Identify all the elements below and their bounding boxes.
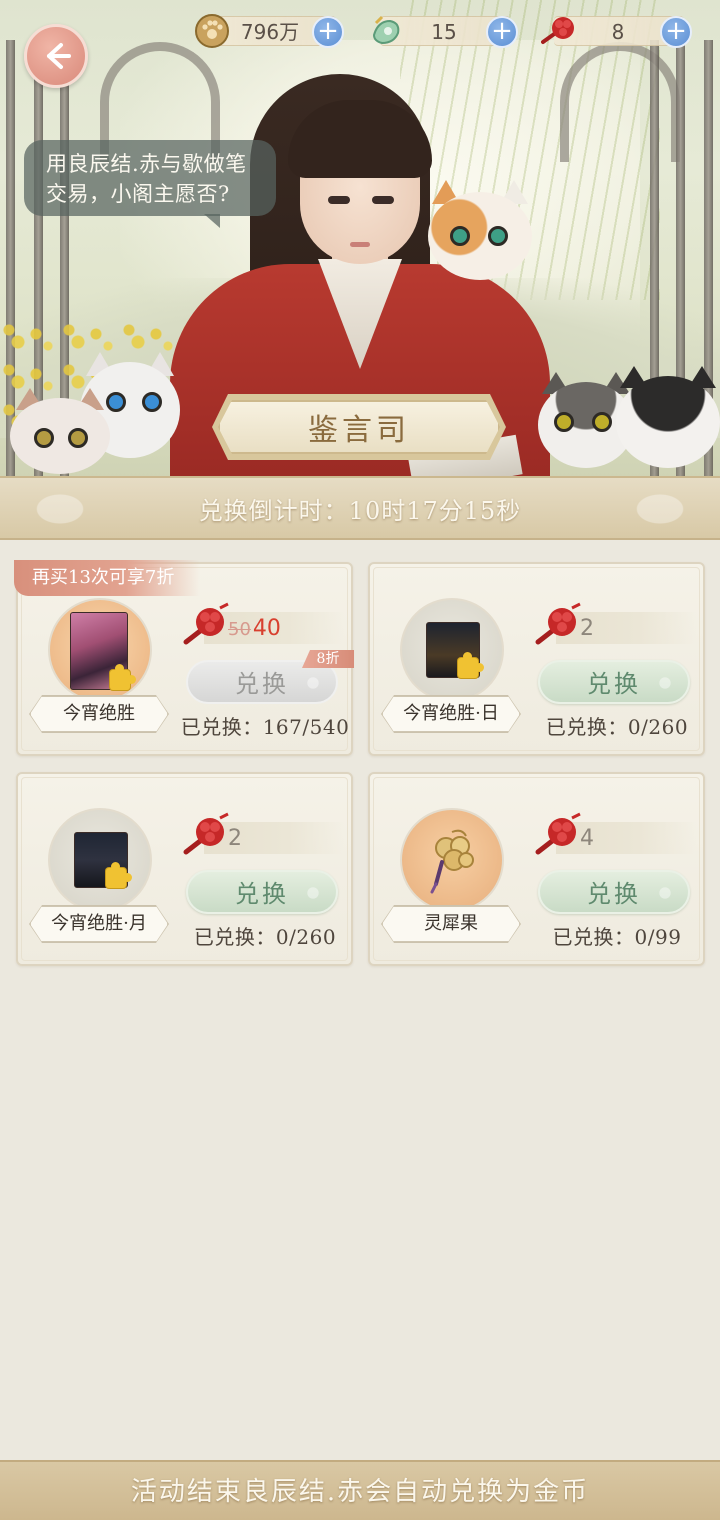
shop-name: 鉴言司 xyxy=(218,400,500,454)
footer-notice: 活动结束良辰结.赤会自动兑换为金币 xyxy=(0,1460,720,1520)
black-white-cat xyxy=(616,366,720,472)
back-button[interactable] xyxy=(24,24,88,88)
currency-seal: 8 + xyxy=(541,16,692,48)
add-coins-button[interactable]: + xyxy=(312,16,344,48)
redeem-button-label: 兑换 xyxy=(235,880,289,908)
lingxi-fruit-icon[interactable] xyxy=(422,826,482,896)
redeem-button[interactable]: 兑换 xyxy=(186,870,338,914)
redeemed-count: 已兑换：0/99 xyxy=(552,925,682,949)
jade-pendant-icon xyxy=(366,11,406,51)
redeem-button-label: 兑换 xyxy=(587,880,641,908)
red-seal-icon xyxy=(182,810,234,862)
redeemed-count: 已兑换：167/540 xyxy=(180,715,350,739)
item-price: 5040 xyxy=(228,614,281,644)
speech-line-1: 用良辰结.赤与歇做笔 xyxy=(46,152,247,176)
shop-item-card: 灵犀果 4 兑换 已兑换：0/99 xyxy=(368,772,705,966)
paw-coin-icon xyxy=(192,11,232,51)
item-name: 今宵绝胜·日 xyxy=(382,696,520,732)
currency-jade-value: 15 xyxy=(431,20,457,44)
back-arrow-icon xyxy=(47,43,71,69)
redeemed-count: 已兑换：0/260 xyxy=(193,925,337,949)
red-seal-icon xyxy=(540,11,580,51)
puzzle-piece-icon xyxy=(110,664,136,690)
orange-cat xyxy=(428,180,532,284)
original-price: 50 xyxy=(228,619,251,640)
item-name: 今宵绝胜·月 xyxy=(30,906,168,942)
discount-badge: 8折 xyxy=(302,650,354,668)
add-seal-button[interactable]: + xyxy=(660,16,692,48)
discounted-price: 40 xyxy=(252,616,281,641)
currency-coins-value: 796万 xyxy=(240,20,300,44)
puzzle-piece-icon xyxy=(106,862,132,888)
character-banner: 鉴言司 用良辰结.赤与歇做笔 交易，小阁主愿否? xyxy=(0,0,720,478)
countdown-text: 兑换倒计时：10时17分15秒 xyxy=(198,496,522,525)
currency-coins: 796万 + xyxy=(195,14,344,48)
red-seal-icon xyxy=(182,600,234,652)
item-price: 4 xyxy=(580,826,594,851)
currency-seal-value: 8 xyxy=(611,20,625,44)
promo-tag: 再买13次可享7折 xyxy=(14,560,200,596)
redeem-button[interactable]: 兑换 xyxy=(538,870,690,914)
redeem-button-label: 兑换 xyxy=(235,670,289,698)
item-price: 2 xyxy=(580,616,594,641)
item-name: 灵犀果 xyxy=(382,906,520,942)
item-price: 2 xyxy=(228,826,242,851)
countdown-banner: 兑换倒计时：10时17分15秒 xyxy=(0,476,720,540)
speech-line-2: 交易，小阁主愿否? xyxy=(46,182,230,206)
cream-cat xyxy=(10,388,110,478)
item-name: 今宵绝胜 xyxy=(30,696,168,732)
shop-item-card: 今宵绝胜·月 2 兑换 已兑换：0/260 xyxy=(16,772,353,966)
red-seal-icon xyxy=(534,810,586,862)
puzzle-piece-icon xyxy=(458,652,484,678)
speech-bubble: 用良辰结.赤与歇做笔 交易，小阁主愿否? xyxy=(24,140,276,228)
redeem-button-label: 兑换 xyxy=(587,670,641,698)
red-seal-icon xyxy=(534,600,586,652)
shop-item-card: 今宵绝胜·日 2 兑换 已兑换：0/260 xyxy=(368,562,705,756)
redeem-button[interactable]: 兑换 xyxy=(538,660,690,704)
currency-jade: 15 + xyxy=(372,15,518,48)
add-jade-button[interactable]: + xyxy=(486,16,518,48)
redeemed-count: 已兑换：0/260 xyxy=(545,715,689,739)
